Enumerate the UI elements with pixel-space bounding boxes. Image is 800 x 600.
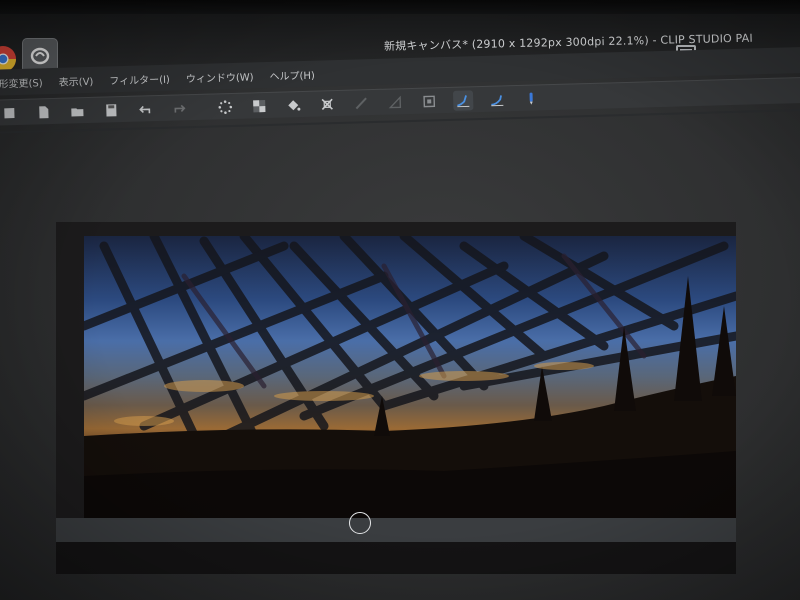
pen-pressure-icon[interactable]	[452, 89, 474, 111]
transform-icon[interactable]	[317, 94, 338, 115]
undo-icon[interactable]	[135, 99, 156, 120]
menu-filter[interactable]: フィルター(I)	[109, 70, 170, 87]
canvas-area[interactable]	[56, 222, 736, 574]
frame-icon[interactable]	[419, 91, 440, 112]
screen-bezel	[0, 0, 800, 14]
save-icon[interactable]	[101, 100, 122, 121]
sparkle-icon[interactable]	[215, 96, 236, 117]
canvas-painting[interactable]	[84, 236, 736, 528]
new-page-icon[interactable]	[33, 101, 54, 122]
painting-strokes	[84, 236, 736, 528]
monitor-screen: 新規キャンバス* (2910 x 1292px 300dpi 22.1%) - …	[0, 0, 800, 600]
fill-icon[interactable]	[283, 94, 304, 115]
pen-icon[interactable]	[521, 88, 542, 109]
ruler-icon[interactable]	[351, 93, 372, 114]
open-icon[interactable]	[67, 101, 88, 122]
brush-cursor-icon	[349, 512, 371, 534]
canvas-border	[56, 542, 736, 574]
transparency-icon[interactable]	[249, 95, 270, 116]
menu-layer-transform[interactable]: 形変更(S)	[0, 74, 43, 90]
canvas-margin	[56, 518, 736, 542]
ruler-icon[interactable]	[385, 92, 406, 113]
menu-window[interactable]: ウィンドウ(W)	[186, 68, 254, 85]
pen-pressure-icon[interactable]	[487, 89, 508, 110]
redo-icon[interactable]	[169, 98, 190, 119]
new-canvas-icon[interactable]	[0, 102, 20, 123]
menu-view[interactable]: 表示(V)	[58, 72, 94, 88]
menu-help[interactable]: ヘルプ(H)	[269, 66, 315, 82]
